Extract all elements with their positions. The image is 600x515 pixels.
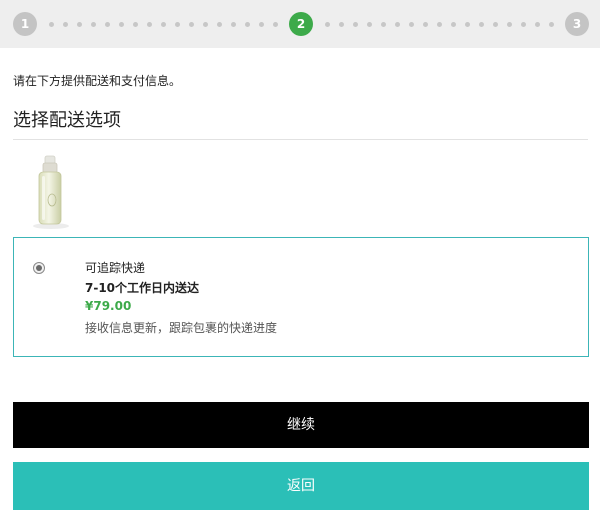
progress-dot — [437, 22, 442, 27]
progress-dot — [119, 22, 124, 27]
progress-dot — [367, 22, 372, 27]
shipping-description: 接收信息更新，跟踪包裹的快递进度 — [85, 321, 278, 335]
progress-dot — [409, 22, 414, 27]
shipping-option-name: 可追踪快递 — [85, 261, 146, 275]
progress-dot — [49, 22, 54, 27]
progress-dot — [161, 22, 166, 27]
progress-dot — [493, 22, 498, 27]
progress-dot — [339, 22, 344, 27]
progress-dot — [175, 22, 180, 27]
shipping-option-radio[interactable] — [33, 262, 45, 274]
progress-dot — [451, 22, 456, 27]
shipping-delivery-time: 7-10个工作日内送达 — [85, 281, 200, 295]
progress-dot — [521, 22, 526, 27]
progress-dot — [105, 22, 110, 27]
progress-dot — [507, 22, 512, 27]
progress-dot — [245, 22, 250, 27]
perfume-bottle-icon — [28, 154, 74, 230]
step-3-indicator: 3 — [565, 12, 589, 36]
progress-dot — [189, 22, 194, 27]
progress-dot — [203, 22, 208, 27]
progress-dot — [395, 22, 400, 27]
continue-button[interactable]: 继续 — [13, 402, 589, 448]
progress-dot — [549, 22, 554, 27]
progress-dot — [63, 22, 68, 27]
progress-dot — [353, 22, 358, 27]
progress-dots-1-2 — [49, 22, 281, 27]
section-divider — [13, 139, 588, 140]
shipping-option-card[interactable]: 可追踪快递 7-10个工作日内送达 ¥79.00 接收信息更新，跟踪包裹的快递进… — [13, 237, 589, 357]
progress-dot — [381, 22, 386, 27]
progress-dots-2-3 — [325, 22, 557, 27]
progress-dot — [231, 22, 236, 27]
shipping-price: ¥79.00 — [85, 299, 132, 313]
checkout-progress-bar: 1 2 3 — [0, 0, 600, 48]
progress-dot — [273, 22, 278, 27]
page-title: 选择配送选项 — [13, 110, 121, 131]
step-2-indicator: 2 — [289, 12, 313, 36]
progress-dot — [133, 22, 138, 27]
progress-dot — [259, 22, 264, 27]
progress-dot — [535, 22, 540, 27]
progress-dot — [217, 22, 222, 27]
progress-dot — [77, 22, 82, 27]
back-button[interactable]: 返回 — [13, 462, 589, 510]
progress-dot — [479, 22, 484, 27]
progress-dot — [91, 22, 96, 27]
progress-dot — [423, 22, 428, 27]
progress-dot — [147, 22, 152, 27]
intro-text: 请在下方提供配送和支付信息。 — [13, 74, 182, 88]
progress-dot — [465, 22, 470, 27]
step-1-indicator: 1 — [13, 12, 37, 36]
progress-dot — [325, 22, 330, 27]
